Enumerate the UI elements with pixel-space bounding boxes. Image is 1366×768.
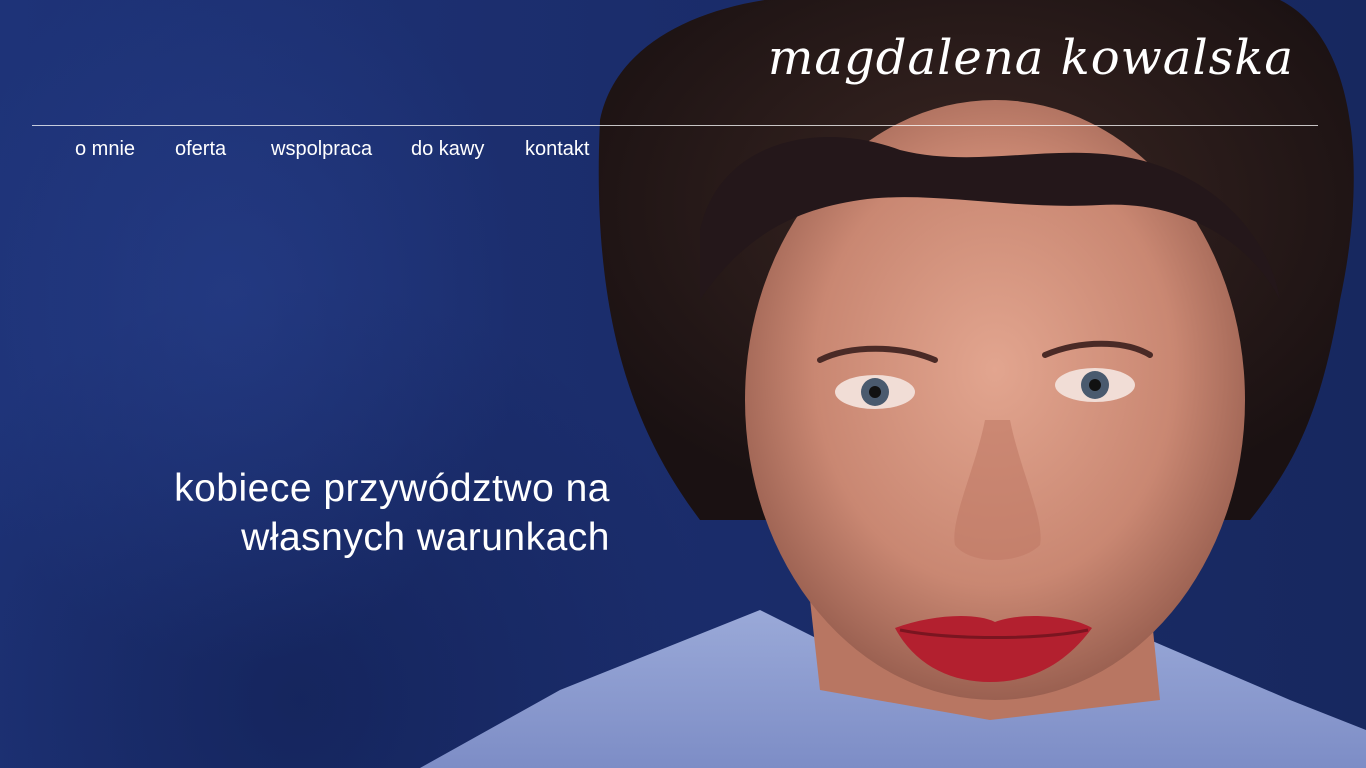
nav-link-oferta[interactable]: oferta [175,138,271,161]
nav-link-kontakt[interactable]: kontakt [525,138,615,161]
hero-headline-line-1: kobiece przywództwo na [174,467,610,510]
hero-headline-line-2: własnych warunkach [241,516,610,559]
portrait-photo [420,0,1366,768]
nav-divider [32,125,1318,126]
hero-headline: kobiece przywództwo na własnych warunkac… [174,464,610,562]
main-navigation: o mnie oferta wspolpraca do kawy kontakt [75,138,615,161]
nav-link-do-kawy[interactable]: do kawy [411,138,525,161]
brand-logo[interactable]: magdalena kowalska [768,34,1294,82]
nav-link-wspolpraca[interactable]: wspolpraca [271,138,411,161]
nav-link-o-mnie[interactable]: o mnie [75,138,175,161]
